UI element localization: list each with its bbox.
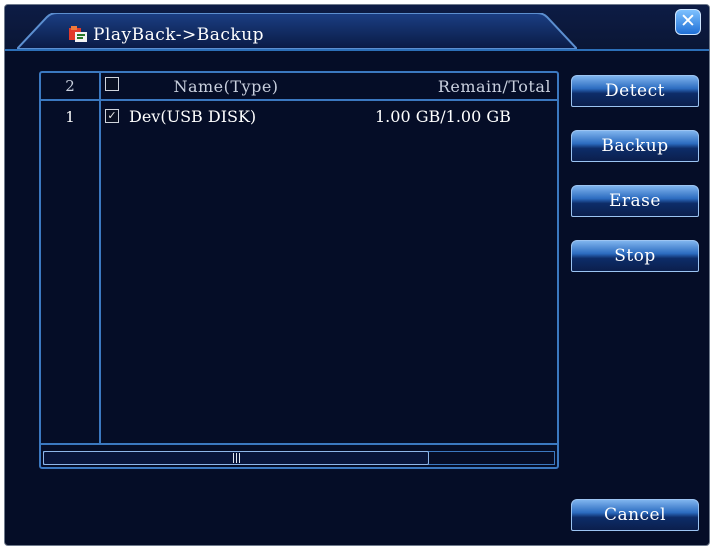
- remain-total-header: Remain/Total: [437, 77, 551, 96]
- header-divider: [41, 99, 557, 101]
- checkmark-icon: ✓: [107, 109, 117, 122]
- playback-folder-icon: [69, 26, 87, 42]
- grip-icon: [232, 453, 242, 463]
- backup-button[interactable]: Backup: [571, 130, 699, 162]
- close-button[interactable]: ✕: [675, 9, 701, 35]
- device-count: 2: [65, 77, 75, 95]
- title-tab: PlayBack->Backup: [17, 13, 577, 49]
- scrollbar-thumb[interactable]: [43, 451, 429, 465]
- row-checkbox[interactable]: ✓: [105, 109, 119, 123]
- close-icon[interactable]: ✕: [680, 10, 696, 32]
- erase-button[interactable]: Erase: [571, 185, 699, 217]
- detect-button[interactable]: Detect: [571, 75, 699, 107]
- device-capacity: 1.00 GB/1.00 GB: [375, 107, 511, 126]
- window-title: PlayBack->Backup: [93, 25, 265, 45]
- device-table: 2 Name(Type) Remain/Total 1 ✓ Dev(USB DI…: [39, 71, 559, 469]
- stop-button[interactable]: Stop: [571, 240, 699, 272]
- select-all-checkbox[interactable]: [105, 77, 119, 91]
- title-bar: PlayBack->Backup ✕: [5, 5, 709, 49]
- device-name: Dev(USB DISK): [129, 107, 257, 126]
- table-row[interactable]: 1 ✓ Dev(USB DISK) 1.00 GB/1.00 GB: [41, 107, 557, 129]
- horizontal-scrollbar[interactable]: [41, 443, 557, 469]
- cancel-button[interactable]: Cancel: [571, 499, 699, 531]
- backup-dialog: PlayBack->Backup ✕ 2 Name(Type) Remain/T…: [4, 4, 710, 546]
- scrollbar-track[interactable]: [43, 451, 555, 465]
- name-type-header: Name(Type): [173, 77, 279, 96]
- row-number: 1: [65, 108, 75, 126]
- title-divider: [5, 49, 709, 51]
